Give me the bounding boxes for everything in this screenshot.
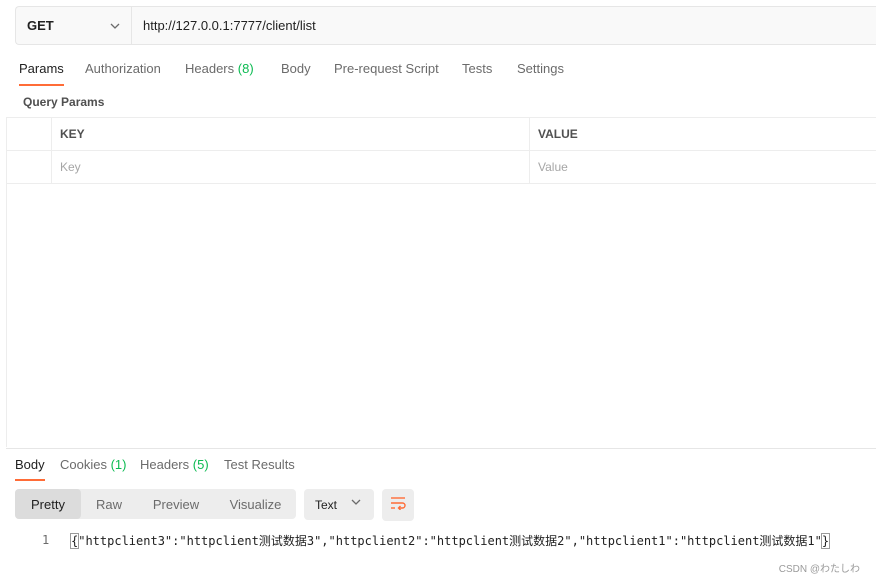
- key-column-header: KEY: [52, 118, 530, 150]
- postman-request-view: GET http://127.0.0.1:7777/client/list Pa…: [0, 0, 876, 581]
- wrap-lines-icon: [390, 496, 406, 515]
- response-body-content: "httpclient3":"httpclient测试数据3","httpcli…: [78, 534, 822, 548]
- query-params-table: KEY VALUE Key Value: [6, 117, 876, 184]
- view-mode-group: Pretty Raw Preview Visualize: [15, 489, 296, 519]
- response-tab-headers-count: (5): [192, 457, 209, 472]
- response-tab-cookies[interactable]: Cookies (1): [60, 457, 126, 481]
- tab-tests[interactable]: Tests: [462, 60, 492, 86]
- tab-headers-count: (8): [237, 61, 254, 76]
- chevron-down-icon: [351, 499, 361, 505]
- view-preview-button[interactable]: Preview: [137, 489, 215, 519]
- response-tab-headers[interactable]: Headers (5): [140, 457, 209, 481]
- value-input[interactable]: Value: [530, 151, 876, 183]
- tab-authorization[interactable]: Authorization: [85, 60, 161, 86]
- request-bar: GET http://127.0.0.1:7777/client/list: [15, 6, 876, 45]
- response-tab-headers-label: Headers: [140, 457, 190, 472]
- response-tab-body[interactable]: Body: [15, 457, 45, 481]
- row-checkbox-cell: [6, 151, 52, 183]
- response-body-line: 1 {"httpclient3":"httpclient测试数据3","http…: [0, 531, 876, 549]
- table-row: Key Value: [6, 151, 876, 184]
- close-brace: }: [820, 533, 831, 549]
- tab-settings[interactable]: Settings: [517, 60, 564, 86]
- table-header-row: KEY VALUE: [6, 118, 876, 151]
- tab-prerequest-script[interactable]: Pre-request Script: [334, 60, 439, 86]
- watermark: CSDN @わたしわ: [778, 564, 860, 575]
- line-number: 1: [42, 533, 50, 547]
- wrap-lines-button[interactable]: [382, 489, 414, 521]
- method-label: GET: [27, 18, 54, 33]
- chevron-down-icon: [110, 23, 120, 29]
- tab-headers-label: Headers: [185, 61, 235, 76]
- tab-params[interactable]: Params: [19, 60, 64, 86]
- format-select-label: Text: [315, 497, 338, 512]
- key-input[interactable]: Key: [52, 151, 530, 183]
- format-select[interactable]: Text: [304, 489, 374, 520]
- tab-headers[interactable]: Headers (8): [185, 60, 254, 86]
- value-column-header: VALUE: [538, 127, 578, 141]
- query-params-title: Query Params: [23, 95, 105, 109]
- response-tab-cookies-label: Cookies: [60, 457, 107, 472]
- response-body-text[interactable]: {"httpclient3":"httpclient测试数据3","httpcl…: [69, 532, 831, 549]
- response-tab-cookies-count: (1): [110, 457, 127, 472]
- view-pretty-button[interactable]: Pretty: [15, 489, 81, 519]
- view-raw-button[interactable]: Raw: [81, 489, 137, 519]
- checkbox-column: [6, 118, 52, 150]
- response-tab-test-results[interactable]: Test Results: [224, 457, 295, 481]
- tab-body[interactable]: Body: [281, 60, 311, 86]
- view-visualize-button[interactable]: Visualize: [215, 489, 296, 519]
- url-input[interactable]: http://127.0.0.1:7777/client/list: [132, 7, 876, 44]
- panel-left-border: [6, 117, 7, 447]
- method-select[interactable]: GET: [16, 7, 132, 44]
- response-pane-divider[interactable]: [6, 448, 876, 449]
